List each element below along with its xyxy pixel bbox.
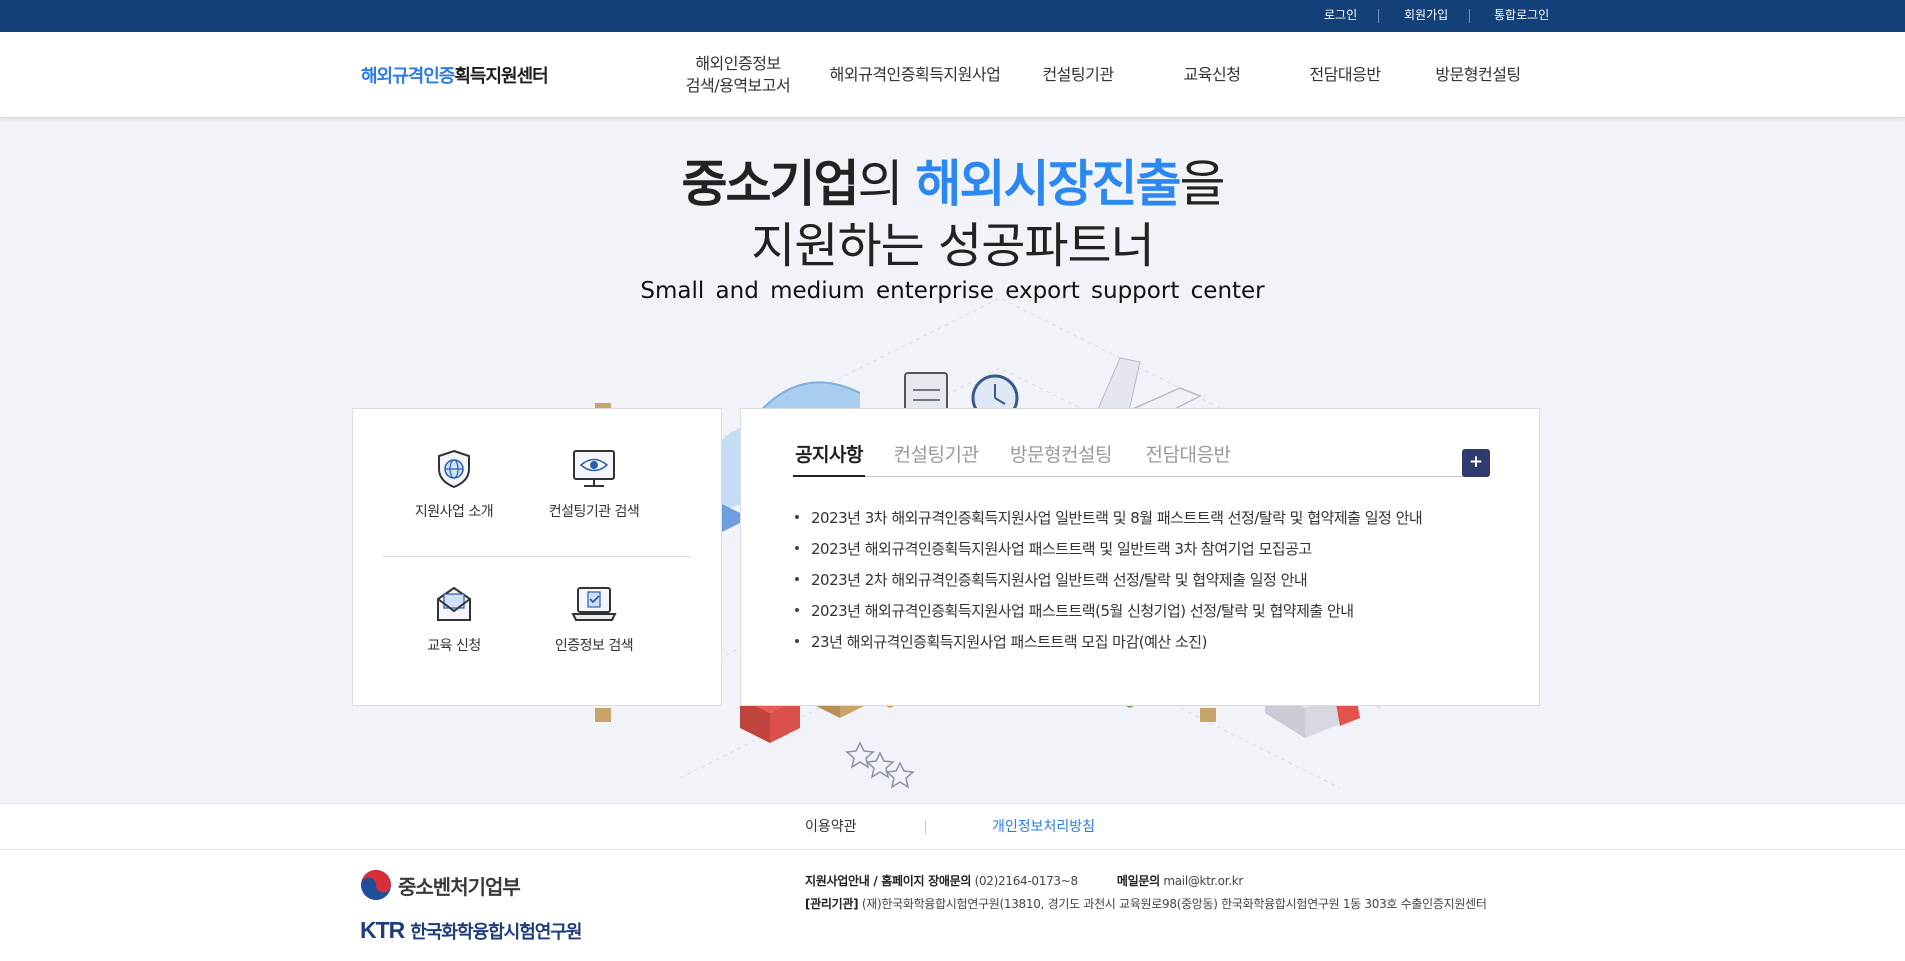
quick-label: 지원사업 소개 xyxy=(414,504,494,520)
mail-label: 메일문의 xyxy=(1116,874,1160,888)
logo-text-dark: 획득지원센터 xyxy=(454,66,548,87)
org-label: [관리기관] xyxy=(805,897,859,911)
notice-board: 공지사항 컨설팅기관 방문형컨설팅 전담대응반 + 2023년 3차 해외규격인… xyxy=(740,408,1540,706)
board-tabs: 공지사항 컨설팅기관 방문형컨설팅 전담대응반 xyxy=(793,439,1485,477)
site-logo[interactable]: 해외규격인증획득지원센터 xyxy=(361,62,549,88)
nav-visiting-consulting[interactable]: 방문형컨설팅 xyxy=(1425,32,1531,118)
ktr-name: 한국화학융합시험연구원 xyxy=(410,921,582,943)
footer-org-line: [관리기관] (재)한국화학융합시험연구원(13810, 경기도 과천시 교육원… xyxy=(805,895,1487,912)
laptop-check-icon xyxy=(571,587,617,621)
notice-item[interactable]: 2023년 3차 해외규격인증획득지원사업 일반트랙 및 8월 패스트트랙 선정… xyxy=(793,507,1493,538)
signup-link[interactable]: 회원가입 xyxy=(1404,0,1448,32)
notice-item[interactable]: 2023년 해외규격인증획득지원사업 패스트트랙 및 일반트랙 3차 참여기업 … xyxy=(793,538,1493,569)
ministry-logo: 중소벤처기업부 xyxy=(360,869,521,901)
envelope-icon xyxy=(437,586,471,621)
mail-address[interactable]: mail@ktr.or.kr xyxy=(1163,874,1243,888)
more-button[interactable]: + xyxy=(1462,449,1490,477)
ktr-abbr: KTR xyxy=(360,917,405,943)
notice-item[interactable]: 2023년 해외규격인증획득지원사업 패스트트랙(5월 신청기업) 선정/탈락 … xyxy=(793,600,1493,631)
tab-dedicated-response[interactable]: 전담대응반 xyxy=(1143,439,1233,477)
nav-overseas-cert-info[interactable]: 해외인증정보 검색/용역보고서 xyxy=(668,32,808,118)
quick-menu-divider xyxy=(383,556,691,557)
quick-label: 컨설팅기관 검색 xyxy=(548,504,640,520)
quick-cert-search[interactable]: 인증정보 검색 xyxy=(524,585,664,655)
ktr-logo: KTR 한국화학융합시험연구원 xyxy=(360,917,582,944)
quick-education-apply[interactable]: 교육 신청 xyxy=(384,585,524,655)
quick-menu-card: 지원사업 소개 컨설팅기관 검색 교육 신청 인증정보 검색 xyxy=(352,408,722,706)
footer-links-bar: 이용약관 개인정보처리방침 xyxy=(0,803,1905,850)
hero-word-sme: 중소기업 xyxy=(681,155,860,213)
tab-notice[interactable]: 공지사항 xyxy=(793,439,865,477)
footer-contact-line: 지원사업안내 / 홈페이지 장애문의 (02)2164-0173~8 메일문의 … xyxy=(805,872,1243,889)
quick-label: 인증정보 검색 xyxy=(554,638,634,654)
quick-label: 교육 신청 xyxy=(427,638,481,654)
footer-link-divider xyxy=(925,820,926,834)
nav-education-apply[interactable]: 교육신청 xyxy=(1162,32,1262,118)
terms-link[interactable]: 이용약관 xyxy=(805,804,857,850)
site-footer: 중소벤처기업부 KTR 한국화학융합시험연구원 지원사업안내 / 홈페이지 장애… xyxy=(0,851,1905,961)
privacy-link[interactable]: 개인정보처리방침 xyxy=(992,804,1095,850)
ministry-name: 중소벤처기업부 xyxy=(398,874,521,899)
top-utility-bar: 로그인 회원가입 통합로그인 xyxy=(0,0,1905,32)
taeguk-emblem-icon xyxy=(361,870,391,900)
tab-visiting-consulting[interactable]: 방문형컨설팅 xyxy=(1005,439,1117,477)
info-phone: (02)2164-0173~8 xyxy=(974,874,1079,888)
quick-support-intro[interactable]: 지원사업 소개 xyxy=(384,449,524,521)
quick-consulting-search[interactable]: 컨설팅기관 검색 xyxy=(524,449,664,521)
notice-item[interactable]: 2023년 2차 해외규격인증획득지원사업 일반트랙 선정/탈락 및 협약제출 … xyxy=(793,569,1493,600)
globe-shield-icon xyxy=(438,449,470,489)
logo-text-blue: 해외규격인증 xyxy=(361,66,455,87)
hero-headline-line2: 지원하는 성공파트너 xyxy=(751,218,1155,274)
util-divider xyxy=(1469,9,1470,23)
integrated-login-link[interactable]: 통합로그인 xyxy=(1494,0,1549,32)
nav-dedicated-response[interactable]: 전담대응반 xyxy=(1295,32,1395,118)
util-divider xyxy=(1378,9,1379,23)
hero-section: 중소기업의 해외시장진출을 지원하는 성공파트너 Small and mediu… xyxy=(0,118,1905,803)
notice-list: 2023년 3차 해외규격인증획득지원사업 일반트랙 및 8월 패스트트랙 선정… xyxy=(793,507,1493,662)
login-link[interactable]: 로그인 xyxy=(1324,0,1357,32)
site-header: 해외규격인증획득지원센터 해외인증정보 검색/용역보고서 해외규격인증획득지원사… xyxy=(0,32,1905,118)
info-label: 지원사업안내 / 홈페이지 장애문의 xyxy=(805,874,972,888)
monitor-eye-icon xyxy=(573,450,615,487)
hero-word-overseas: 해외시장진출 xyxy=(915,155,1181,213)
tab-consulting-agency[interactable]: 컨설팅기관 xyxy=(891,439,981,477)
org-address: (재)한국화학융합시험연구원(13810, 경기도 과천시 교육원로98(중앙동… xyxy=(861,897,1487,911)
hero-word-particle: 의 xyxy=(857,155,916,213)
nav-consulting-agency[interactable]: 컨설팅기관 xyxy=(1028,32,1128,118)
hero-word-particle2: 을 xyxy=(1179,155,1225,213)
nav-support-program[interactable]: 해외규격인증획득지원사업 xyxy=(818,32,1012,118)
notice-item[interactable]: 23년 해외규격인증획득지원사업 패스트트랙 모집 마감(예산 소진) xyxy=(793,631,1493,662)
